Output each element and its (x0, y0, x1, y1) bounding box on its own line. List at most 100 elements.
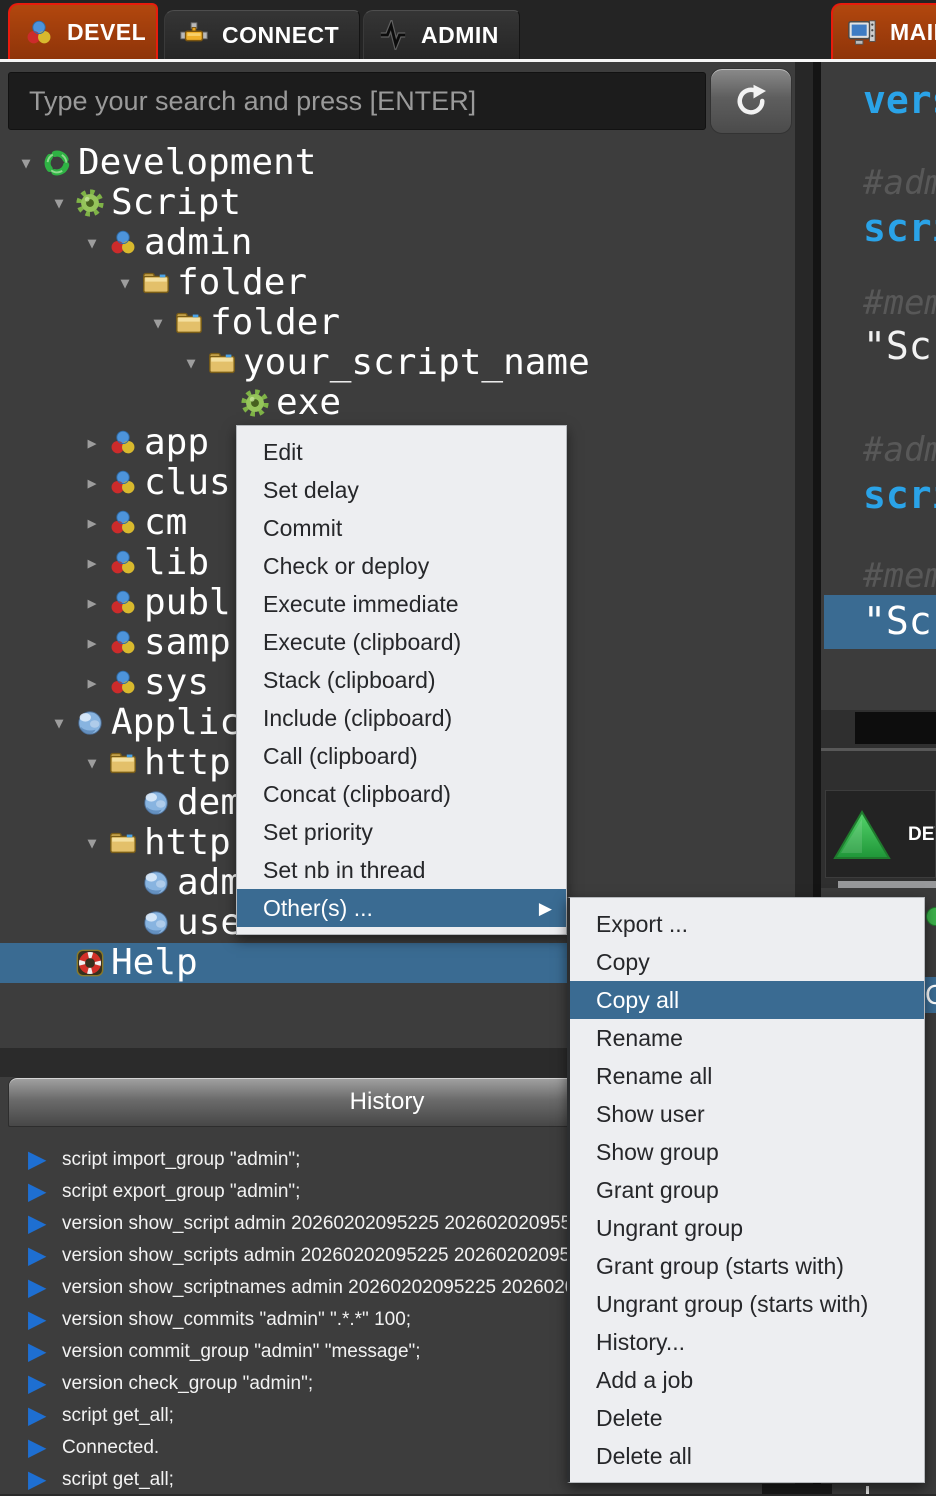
tab-main[interactable]: MAIN (831, 3, 936, 60)
monitor-icon (847, 18, 877, 48)
chevron-down-icon[interactable]: ▼ (144, 303, 172, 343)
tab-devel-label: DEVEL (67, 19, 146, 46)
refresh-icon (731, 81, 771, 121)
menu-item-ungrant-group-starts-with[interactable]: Ungrant group (starts with) (570, 1285, 924, 1323)
menu-item-stack-clipboard[interactable]: Stack (clipboard) (237, 661, 566, 699)
gear-icon (75, 188, 105, 218)
menu-item-edit[interactable]: Edit (237, 433, 566, 471)
pulse-icon (378, 20, 408, 50)
tab-admin-label: ADMIN (421, 22, 499, 49)
tree-item-label: adm (177, 863, 242, 903)
chevron-right-icon[interactable]: ▶ (78, 503, 106, 543)
tree-item-Development[interactable]: ▼Development (0, 143, 795, 183)
menu-item-set-nb-in-thread[interactable]: Set nb in thread (237, 851, 566, 889)
play-marker-icon: ▶ (28, 1272, 46, 1304)
menu-item-export[interactable]: Export ... (570, 905, 924, 943)
menu-item-rename[interactable]: Rename (570, 1019, 924, 1057)
chevron-right-icon[interactable]: ▶ (78, 623, 106, 663)
tab-bar: DEVEL CONNECT ADMIN MAIN (0, 0, 936, 62)
chevron-right-icon[interactable]: ▶ (78, 423, 106, 463)
menu-item-set-priority[interactable]: Set priority (237, 813, 566, 851)
chevron-down-icon[interactable]: ▼ (111, 263, 139, 303)
clipped-selection-fragment: C (925, 977, 936, 1013)
history-entry-text: version show_script admin 20260202095225… (62, 1208, 598, 1240)
tree-item-label: app (144, 423, 209, 463)
plug-icon (179, 20, 209, 50)
menu-item-execute-immediate[interactable]: Execute immediate (237, 585, 566, 623)
tree-item-label: samp (144, 623, 231, 663)
menu-item-grant-group[interactable]: Grant group (570, 1171, 924, 1209)
folder-icon (207, 348, 237, 378)
menu-item-add-a-job[interactable]: Add a job (570, 1361, 924, 1399)
menu-item-history[interactable]: History... (570, 1323, 924, 1361)
code-line: #mem (863, 556, 936, 596)
history-entry-text: script export_group "admin"; (62, 1176, 300, 1208)
menu-item-delete[interactable]: Delete (570, 1399, 924, 1437)
chevron-right-icon[interactable]: ▶ (78, 543, 106, 583)
menu-item-other-s[interactable]: Other(s) ...▶ (237, 889, 566, 927)
users-icon (108, 508, 138, 538)
folder-icon (108, 828, 138, 858)
code-line: script (863, 473, 936, 517)
code-line: "Script (863, 324, 936, 368)
code-editor[interactable]: version#adminscript#mem"Script#adminscri… (821, 62, 936, 710)
menu-item-commit[interactable]: Commit (237, 509, 566, 547)
chevron-right-icon[interactable]: ▶ (78, 663, 106, 703)
tab-main-label: MAIN (890, 19, 936, 46)
menu-item-set-delay[interactable]: Set delay (237, 471, 566, 509)
tab-underline (0, 59, 936, 62)
users-icon (108, 428, 138, 458)
search-input[interactable] (8, 72, 706, 130)
menu-item-grant-group-starts-with[interactable]: Grant group (starts with) (570, 1247, 924, 1285)
menu-item-delete-all[interactable]: Delete all (570, 1437, 924, 1475)
tree-item-your_script_name[interactable]: ▼your_script_name (0, 343, 795, 383)
tree-item-folder[interactable]: ▼folder (0, 263, 795, 303)
code-line: script (863, 206, 936, 250)
menu-item-concat-clipboard[interactable]: Concat (clipboard) (237, 775, 566, 813)
play-marker-icon: ▶ (28, 1144, 46, 1176)
tree-item-folder[interactable]: ▼folder (0, 303, 795, 343)
play-marker-icon: ▶ (28, 1176, 46, 1208)
history-entry-text: version show_scriptnames admin 202602020… (62, 1272, 655, 1304)
play-marker-icon: ▶ (28, 1304, 46, 1336)
globe-icon (75, 708, 105, 738)
chevron-down-icon[interactable]: ▼ (78, 743, 106, 783)
menu-item-copy[interactable]: Copy (570, 943, 924, 981)
chevron-down-icon[interactable]: ▼ (45, 183, 73, 223)
menu-item-include-clipboard[interactable]: Include (clipboard) (237, 699, 566, 737)
tree-item-Script[interactable]: ▼Script (0, 183, 795, 223)
history-entry-text: script get_all; (62, 1400, 174, 1432)
menu-item-call-clipboard[interactable]: Call (clipboard) (237, 737, 566, 775)
lifering-icon (75, 948, 105, 978)
chevron-down-icon[interactable]: ▼ (78, 823, 106, 863)
chevron-down-icon[interactable]: ▼ (177, 343, 205, 383)
menu-item-rename-all[interactable]: Rename all (570, 1057, 924, 1095)
chevron-right-icon[interactable]: ▶ (78, 463, 106, 503)
tab-devel[interactable]: DEVEL (8, 3, 158, 60)
chevron-down-icon[interactable]: ▼ (12, 143, 40, 183)
tree-item-admin[interactable]: ▼admin (0, 223, 795, 263)
menu-item-copy-all[interactable]: Copy all (570, 981, 924, 1019)
chevron-right-icon[interactable]: ▶ (78, 583, 106, 623)
chevron-down-icon[interactable]: ▼ (78, 223, 106, 263)
tab-connect[interactable]: CONNECT (164, 10, 360, 60)
status-up-triangle-icon (832, 809, 892, 861)
context-submenu: Export ...CopyCopy allRenameRename allSh… (567, 897, 925, 1483)
menu-item-show-group[interactable]: Show group (570, 1133, 924, 1171)
tree-item-label: Help (111, 943, 198, 983)
code-line-selected: "Script (824, 595, 936, 649)
tree-item-label: publ (144, 583, 231, 623)
menu-item-show-user[interactable]: Show user (570, 1095, 924, 1133)
menu-item-ungrant-group[interactable]: Ungrant group (570, 1209, 924, 1247)
tree-item-exe[interactable]: exe (0, 383, 795, 423)
chevron-down-icon[interactable]: ▼ (45, 703, 73, 743)
play-marker-icon: ▶ (28, 1432, 46, 1464)
history-entry-text: script import_group "admin"; (62, 1144, 300, 1176)
menu-item-execute-clipboard[interactable]: Execute (clipboard) (237, 623, 566, 661)
menu-item-check-or-deploy[interactable]: Check or deploy (237, 547, 566, 585)
refresh-button[interactable] (710, 68, 792, 134)
globe-icon (141, 788, 171, 818)
status-panel: DEVEL (825, 790, 936, 878)
users-icon (108, 588, 138, 618)
tab-admin[interactable]: ADMIN (363, 10, 520, 60)
